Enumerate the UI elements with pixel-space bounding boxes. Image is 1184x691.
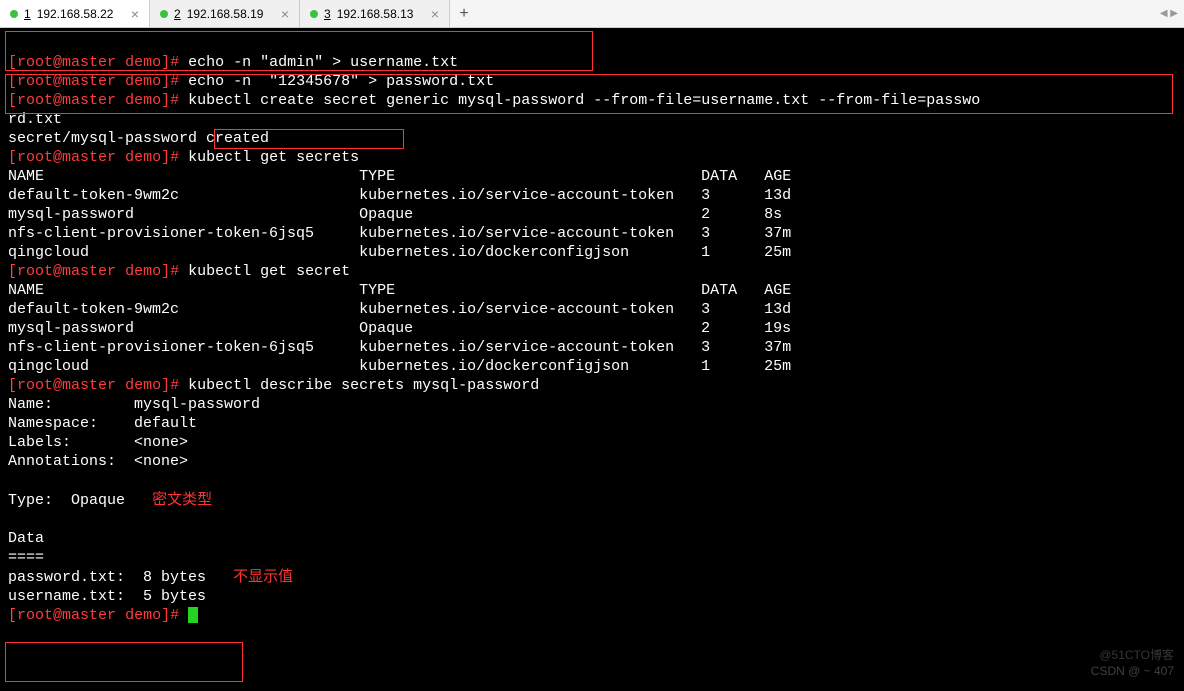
describe-annotations: Annotations: <none>: [8, 453, 188, 470]
terminal[interactable]: [root@master demo]# echo -n "admin" > us…: [0, 28, 1184, 691]
close-icon[interactable]: ×: [431, 7, 439, 21]
describe-data-sep: ====: [8, 549, 44, 566]
command-create-secret: kubectl create secret generic mysql-pass…: [188, 92, 980, 109]
tab-number: 1: [24, 7, 31, 21]
status-dot-icon: [10, 10, 18, 18]
output-created: secret/mysql-password created: [8, 130, 269, 147]
tab-label: 192.168.58.13: [337, 7, 414, 21]
status-dot-icon: [160, 10, 168, 18]
add-tab-button[interactable]: +: [450, 0, 478, 27]
command-create-secret-wrap: rd.txt: [8, 111, 62, 128]
table-header: NAME TYPE DATA AGE: [8, 282, 791, 299]
close-icon[interactable]: ×: [281, 7, 289, 21]
annotation-cipher-type: 密文类型: [152, 491, 212, 508]
table-row: qingcloud kubernetes.io/dockerconfigjson…: [8, 244, 791, 261]
status-dot-icon: [310, 10, 318, 18]
table-row: nfs-client-provisioner-token-6jsq5 kuber…: [8, 339, 791, 356]
tab-number: 2: [174, 7, 181, 21]
table-row: default-token-9wm2c kubernetes.io/servic…: [8, 187, 791, 204]
table-row: mysql-password Opaque 2 19s: [8, 320, 791, 337]
command-echo-password: echo -n "12345678" > password.txt: [188, 73, 494, 90]
tab-label: 192.168.58.22: [37, 7, 114, 21]
tab-number: 3: [324, 7, 331, 21]
describe-password: password.txt: 8 bytes: [8, 569, 206, 586]
table-row: mysql-password Opaque 2 8s: [8, 206, 782, 223]
table-row: default-token-9wm2c kubernetes.io/servic…: [8, 301, 791, 318]
prompt: [root@master demo]#: [8, 92, 179, 109]
command-describe: kubectl describe secrets mysql-password: [188, 377, 539, 394]
prompt: [root@master demo]#: [8, 54, 179, 71]
describe-name: Name: mysql-password: [8, 396, 260, 413]
tab-nav-arrows[interactable]: ◀ ▶: [1154, 0, 1184, 27]
prompt: [root@master demo]#: [8, 149, 179, 166]
table-row: nfs-client-provisioner-token-6jsq5 kuber…: [8, 225, 791, 242]
command-echo-username: echo -n "admin" > username.txt: [188, 54, 458, 71]
prompt: [root@master demo]#: [8, 607, 179, 624]
table-row: qingcloud kubernetes.io/dockerconfigjson…: [8, 358, 791, 375]
tab-3[interactable]: 3 192.168.58.13 ×: [300, 0, 450, 27]
describe-username: username.txt: 5 bytes: [8, 588, 206, 605]
annotation-no-show-value: 不显示值: [233, 568, 293, 585]
prompt: [root@master demo]#: [8, 73, 179, 90]
watermark-csdn: CSDN @ ~ 407: [1091, 662, 1174, 681]
close-icon[interactable]: ×: [131, 7, 139, 21]
describe-labels: Labels: <none>: [8, 434, 188, 451]
command-get-secrets: kubectl get secrets: [188, 149, 359, 166]
tab-1[interactable]: 1 192.168.58.22 ×: [0, 0, 150, 27]
prompt: [root@master demo]#: [8, 377, 179, 394]
describe-namespace: Namespace: default: [8, 415, 197, 432]
tab-2[interactable]: 2 192.168.58.19 ×: [150, 0, 300, 27]
describe-type: Type: Opaque: [8, 492, 125, 509]
table-header: NAME TYPE DATA AGE: [8, 168, 791, 185]
prompt: [root@master demo]#: [8, 263, 179, 280]
command-get-secret: kubectl get secret: [188, 263, 350, 280]
tab-bar: 1 192.168.58.22 × 2 192.168.58.19 × 3 19…: [0, 0, 1184, 28]
highlight-box-data-values: [5, 642, 243, 682]
describe-data-header: Data: [8, 530, 44, 547]
tab-label: 192.168.58.19: [187, 7, 264, 21]
cursor-icon: [188, 607, 198, 623]
